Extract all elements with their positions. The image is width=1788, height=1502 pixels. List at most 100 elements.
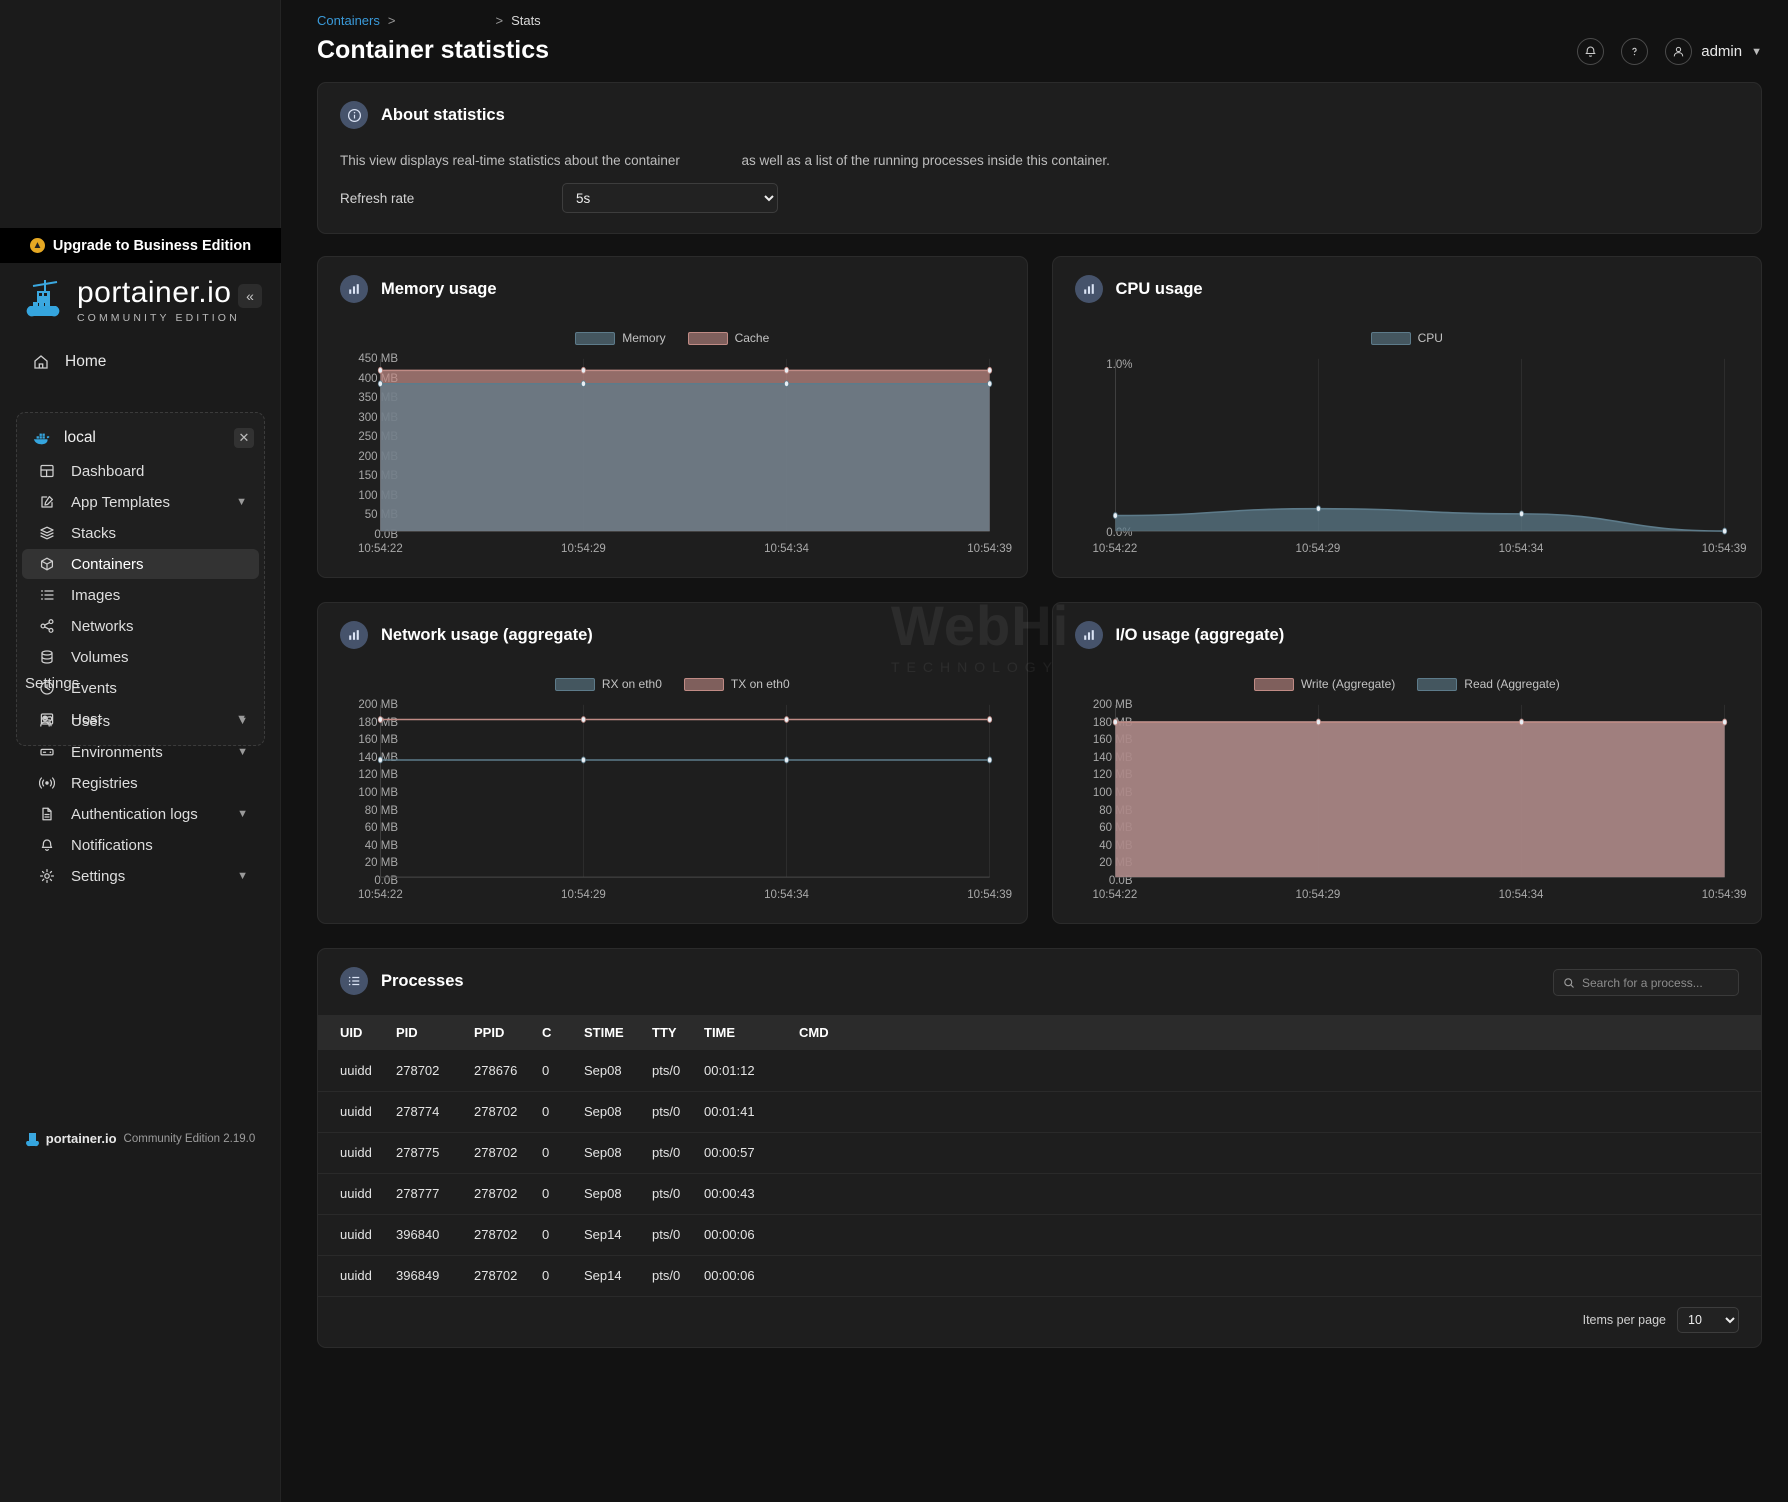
legend-item[interactable]: TX on eth0 — [684, 677, 790, 691]
sidebar-item-stacks[interactable]: Stacks — [22, 518, 259, 548]
data-point[interactable] — [1113, 513, 1117, 519]
table-row[interactable]: uuidd2787742787020Sep08pts/000:01:41 — [318, 1091, 1761, 1132]
data-point[interactable] — [581, 757, 585, 763]
refresh-rate-select[interactable]: 5s10s30s1min5min — [562, 183, 778, 213]
cell-cmd — [799, 1173, 1761, 1214]
data-point[interactable] — [378, 381, 382, 387]
column-header-c[interactable]: C — [542, 1015, 584, 1050]
table-row[interactable]: uuidd2787752787020Sep08pts/000:00:57 — [318, 1132, 1761, 1173]
data-point[interactable] — [378, 367, 382, 373]
column-header-tty[interactable]: TTY — [652, 1015, 704, 1050]
column-header-stime[interactable]: STIME — [584, 1015, 652, 1050]
sidebar-collapse-button[interactable]: « — [238, 284, 262, 308]
app-root: ▲ Upgrade to Business Edition portainer.… — [0, 0, 1788, 1502]
containers-icon — [38, 556, 55, 573]
i-o-usage-aggregate-svg — [1053, 699, 1762, 881]
data-point[interactable] — [988, 367, 992, 373]
sidebar-item-home[interactable]: Home — [18, 345, 263, 379]
sidebar-item-containers[interactable]: Containers — [22, 549, 259, 579]
cell-stime: Sep08 — [584, 1050, 652, 1091]
data-point[interactable] — [1519, 719, 1523, 725]
chevron-down-icon[interactable]: ▼ — [237, 870, 248, 882]
column-header-time[interactable]: TIME — [704, 1015, 799, 1050]
legend-item[interactable]: RX on eth0 — [555, 677, 662, 691]
column-header-pid[interactable]: PID — [396, 1015, 474, 1050]
data-point[interactable] — [784, 367, 788, 373]
table-row[interactable]: uuidd3968492787020Sep14pts/000:00:06 — [318, 1255, 1761, 1296]
legend-item[interactable]: Memory — [575, 331, 665, 345]
data-point[interactable] — [988, 381, 992, 387]
data-point[interactable] — [1722, 528, 1726, 534]
sidebar-item-label: Networks — [71, 618, 134, 635]
data-point[interactable] — [581, 717, 585, 723]
settings-item-users[interactable]: Users▼ — [21, 706, 260, 736]
column-header-uid[interactable]: UID — [318, 1015, 396, 1050]
settings-item-authentication-logs[interactable]: Authentication logs▼ — [21, 799, 260, 829]
data-point[interactable] — [784, 381, 788, 387]
data-point[interactable] — [581, 367, 585, 373]
data-point[interactable] — [988, 757, 992, 763]
chevron-down-icon[interactable]: ▼ — [236, 496, 247, 508]
cell-uid: uuidd — [318, 1255, 396, 1296]
data-point[interactable] — [988, 717, 992, 723]
data-point[interactable] — [1316, 506, 1320, 512]
search-input[interactable] — [1582, 976, 1737, 990]
chevron-down-icon: ▼ — [1751, 46, 1762, 58]
sidebar-item-volumes[interactable]: Volumes — [22, 642, 259, 672]
user-menu[interactable]: admin ▼ — [1665, 38, 1762, 65]
column-header-ppid[interactable]: PPID — [474, 1015, 542, 1050]
settings-item-notifications[interactable]: Notifications — [21, 830, 260, 860]
sidebar-item-networks[interactable]: Networks — [22, 611, 259, 641]
table-row[interactable]: uuidd2787022786760Sep08pts/000:01:12 — [318, 1050, 1761, 1091]
breadcrumb-containers[interactable]: Containers — [317, 13, 380, 28]
data-point[interactable] — [378, 717, 382, 723]
footer-version: Community Edition 2.19.0 — [124, 1133, 256, 1145]
settings-item-environments[interactable]: Environments▼ — [21, 737, 260, 767]
legend-label: Memory — [622, 331, 665, 345]
sidebar-nav-list: DashboardApp Templates▼StacksContainersI… — [17, 456, 264, 734]
legend-item[interactable]: Cache — [688, 331, 770, 345]
chevron-down-icon[interactable]: ▼ — [237, 808, 248, 820]
upgrade-banner[interactable]: ▲ Upgrade to Business Edition — [0, 228, 281, 263]
legend-item[interactable]: Write (Aggregate) — [1254, 677, 1395, 691]
network-usage-aggregate-title: Network usage (aggregate) — [381, 626, 593, 645]
bell-icon[interactable] — [1577, 38, 1604, 65]
sidebar-item-dashboard[interactable]: Dashboard — [22, 456, 259, 486]
breadcrumb-separator-1: > — [388, 13, 396, 28]
data-point[interactable] — [378, 757, 382, 763]
settings-item-settings[interactable]: Settings ▼ — [21, 861, 260, 891]
data-point[interactable] — [784, 717, 788, 723]
data-point[interactable] — [581, 381, 585, 387]
x-axis-tick: 10:54:22 — [1092, 889, 1137, 901]
data-point[interactable] — [784, 757, 788, 763]
processes-table-body: uuidd2787022786760Sep08pts/000:01:12uuid… — [318, 1050, 1761, 1296]
table-row[interactable]: uuidd2787772787020Sep08pts/000:00:43 — [318, 1173, 1761, 1214]
process-search-box[interactable] — [1553, 969, 1739, 996]
sidebar-item-label: Settings — [71, 868, 125, 885]
charts-grid: Memory usageMemoryCache450 MB400 MB350 M… — [317, 256, 1762, 924]
legend-item[interactable]: Read (Aggregate) — [1417, 677, 1559, 691]
sidebar-item-app-templates[interactable]: App Templates▼ — [22, 487, 259, 517]
settings-section-label: Settings — [25, 675, 79, 692]
close-icon[interactable]: ✕ — [234, 428, 254, 448]
memory-usage-chart-card: Memory usageMemoryCache450 MB400 MB350 M… — [317, 256, 1028, 578]
data-point[interactable] — [1722, 719, 1726, 725]
cell-time: 00:00:43 — [704, 1173, 799, 1214]
environment-selector[interactable]: local ✕ — [17, 421, 264, 455]
sidebar-item-images[interactable]: Images — [22, 580, 259, 610]
settings-item-registries[interactable]: Registries — [21, 768, 260, 798]
portainer-logo[interactable]: portainer.io COMMUNITY EDITION — [25, 278, 240, 324]
data-point[interactable] — [1113, 719, 1117, 725]
items-per-page-select[interactable]: 102550100 — [1677, 1307, 1739, 1333]
chevron-down-icon[interactable]: ▼ — [237, 715, 248, 727]
cell-c: 0 — [542, 1214, 584, 1255]
table-row[interactable]: uuidd3968402787020Sep14pts/000:00:06 — [318, 1214, 1761, 1255]
data-point[interactable] — [1519, 511, 1523, 517]
footer-logo-icon — [26, 1130, 39, 1147]
data-point[interactable] — [1316, 719, 1320, 725]
chevron-down-icon[interactable]: ▼ — [237, 746, 248, 758]
question-icon[interactable] — [1621, 38, 1648, 65]
legend-item[interactable]: CPU — [1371, 331, 1443, 345]
sidebar-footer: portainer.io Community Edition 2.19.0 — [0, 1130, 281, 1147]
column-header-cmd[interactable]: CMD — [799, 1015, 1761, 1050]
